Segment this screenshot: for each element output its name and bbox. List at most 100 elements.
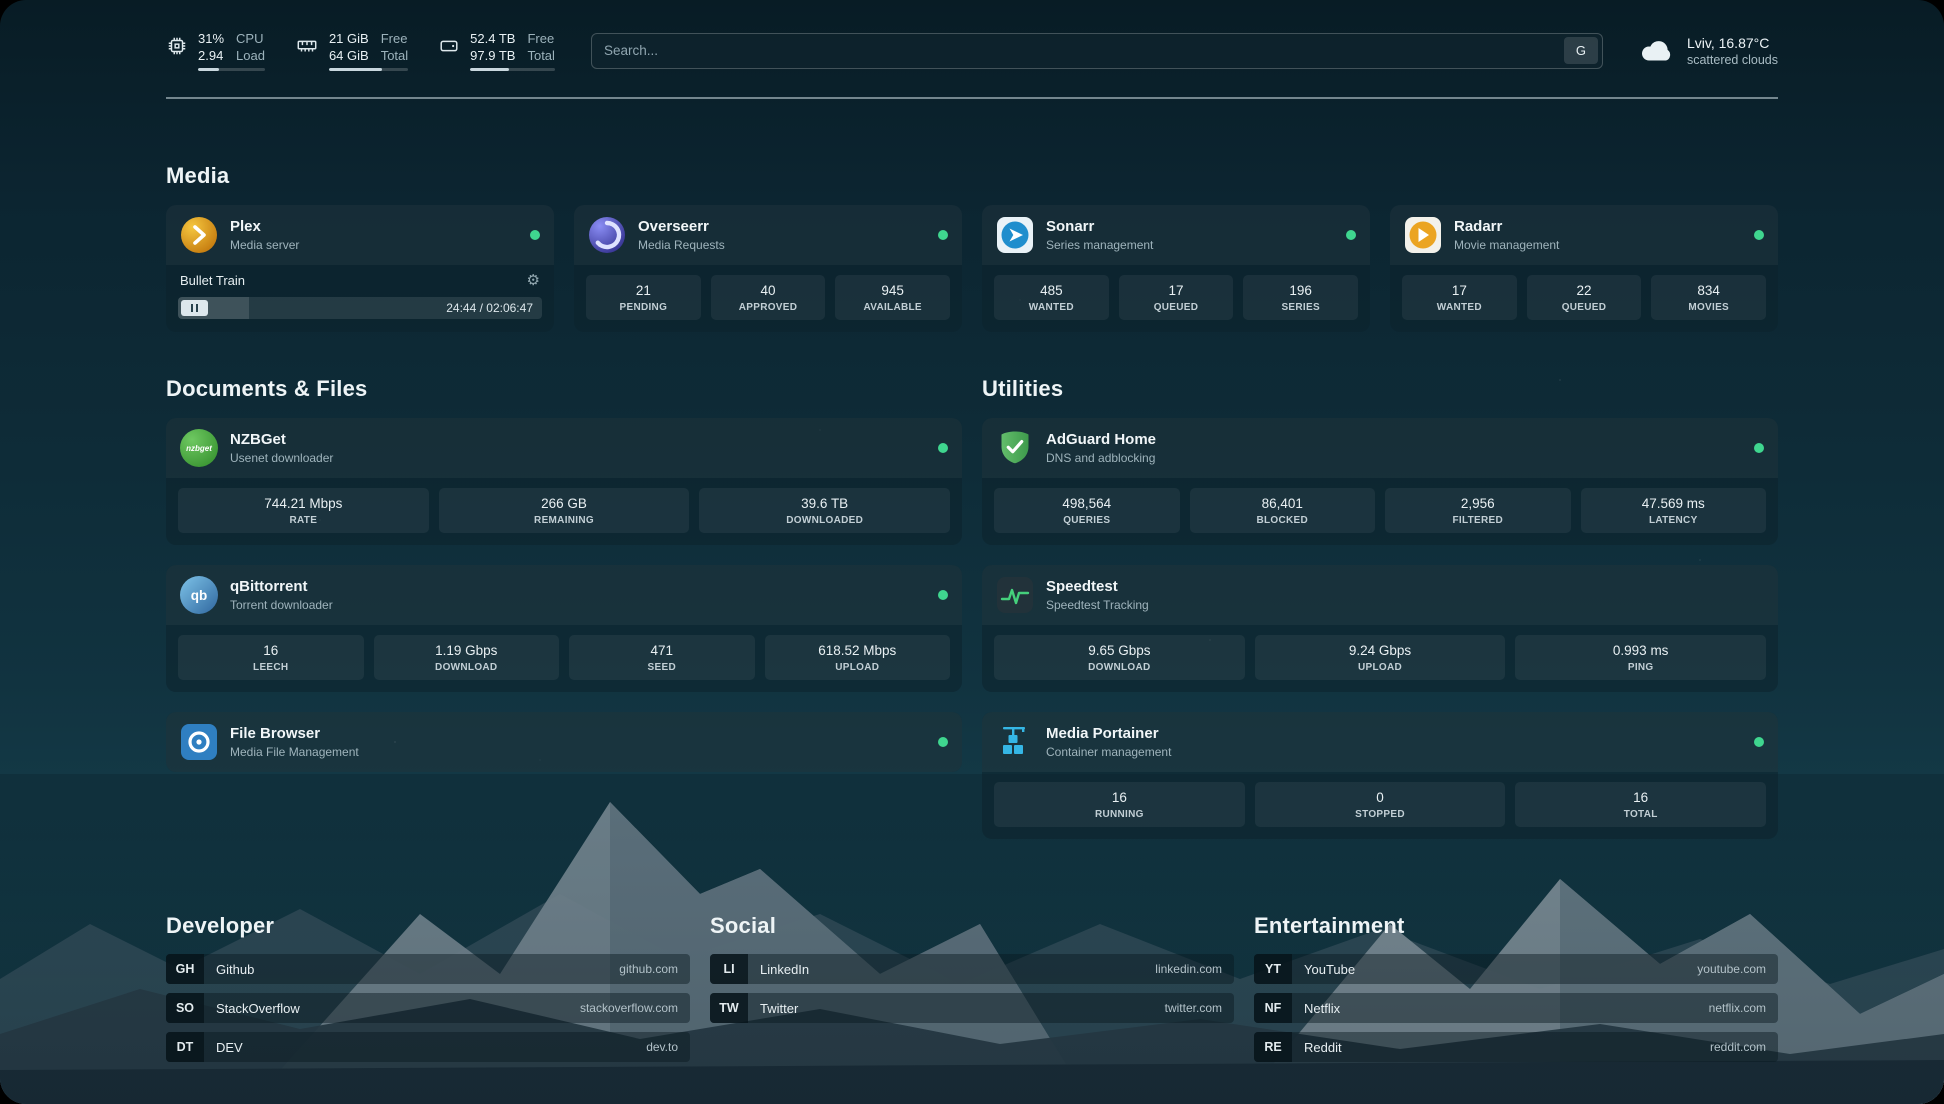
cpu-load-value: 2.94 — [198, 47, 224, 64]
bookmark-name: LinkedIn — [748, 954, 1155, 984]
service-description: Usenet downloader — [230, 451, 333, 465]
header-divider — [166, 97, 1778, 99]
bookmark-domain: dev.to — [646, 1032, 690, 1062]
stat-block: 0.993 ms PING — [1515, 635, 1766, 680]
service-link-overseerr[interactable]: Overseerr Media Requests — [574, 205, 962, 265]
status-indicator — [1346, 230, 1356, 240]
status-indicator — [530, 230, 540, 240]
bookmark-abbr: LI — [710, 954, 748, 984]
gear-icon[interactable]: ⚙ — [527, 273, 540, 288]
bookmark-netflix[interactable]: NF Netflix netflix.com — [1254, 993, 1778, 1023]
stat-block: 86,401 BLOCKED — [1190, 488, 1376, 533]
resource-widgets: 31% 2.94 CPU Load — [166, 30, 555, 71]
top-bar: 31% 2.94 CPU Load — [166, 30, 1778, 71]
service-link-speedtest[interactable]: Speedtest Speedtest Tracking — [982, 565, 1778, 625]
playback-progress-bar[interactable]: 24:44 / 02:06:47 — [178, 297, 542, 319]
bookmark-domain: twitter.com — [1165, 993, 1234, 1023]
service-link-adguard[interactable]: AdGuard Home DNS and adblocking — [982, 418, 1778, 478]
disk-progress-bar — [470, 68, 555, 71]
service-name: NZBGet — [230, 431, 333, 449]
stat-block: 744.21 Mbps RATE — [178, 488, 429, 533]
dashboard-window: 31% 2.94 CPU Load — [0, 0, 1944, 1104]
service-description: Movie management — [1454, 238, 1559, 252]
stat-block: 21 PENDING — [586, 275, 701, 320]
stat-block: 9.65 Gbps DOWNLOAD — [994, 635, 1245, 680]
bookmark-name: DEV — [204, 1032, 646, 1062]
portainer-icon — [996, 723, 1034, 761]
section-title-documents: Documents & Files — [166, 376, 962, 402]
service-link-portainer[interactable]: Media Portainer Container management — [982, 712, 1778, 772]
section-title-utilities: Utilities — [982, 376, 1778, 402]
bookmark-github[interactable]: GH Github github.com — [166, 954, 690, 984]
memory-free-label: Free — [381, 30, 408, 47]
status-indicator — [1754, 443, 1764, 453]
stat-block: 9.24 Gbps UPLOAD — [1255, 635, 1506, 680]
service-description: Media File Management — [230, 745, 359, 759]
memory-free-value: 21 GiB — [329, 30, 369, 47]
status-indicator — [1754, 230, 1764, 240]
status-indicator — [1754, 737, 1764, 747]
bookmark-stackoverflow[interactable]: SO StackOverflow stackoverflow.com — [166, 993, 690, 1023]
search-input[interactable] — [604, 43, 1564, 58]
bookmark-linkedin[interactable]: LI LinkedIn linkedin.com — [710, 954, 1234, 984]
service-name: qBittorrent — [230, 578, 333, 596]
filebrowser-icon — [180, 723, 218, 761]
cpu-label: CPU — [236, 30, 265, 47]
stat-block: 1.19 Gbps DOWNLOAD — [374, 635, 560, 680]
service-card-nzbget: nzbget NZBGet Usenet downloader 744.21 M… — [166, 418, 962, 545]
load-label: Load — [236, 47, 265, 64]
cpu-progress-bar — [198, 68, 265, 71]
service-card-plex: Plex Media server Bullet Train ⚙ — [166, 205, 554, 332]
service-description: Media Requests — [638, 238, 725, 252]
service-link-plex[interactable]: Plex Media server — [166, 205, 554, 265]
playback-time: 24:44 / 02:06:47 — [446, 301, 542, 315]
bookmark-dev[interactable]: DT DEV dev.to — [166, 1032, 690, 1062]
bookmark-domain: github.com — [619, 954, 690, 984]
service-link-nzbget[interactable]: nzbget NZBGet Usenet downloader — [166, 418, 962, 478]
stat-block: 498,564 QUERIES — [994, 488, 1180, 533]
search-provider-button[interactable]: G — [1564, 37, 1598, 64]
stat-block: 40 APPROVED — [711, 275, 826, 320]
service-card-radarr: Radarr Movie management 17 WANTED 22 QUE… — [1390, 205, 1778, 332]
speedtest-icon — [996, 576, 1034, 614]
bookmark-name: Twitter — [748, 993, 1165, 1023]
bookmark-domain: reddit.com — [1710, 1032, 1778, 1062]
stat-block: 22 QUEUED — [1527, 275, 1642, 320]
disk-total-label: Total — [527, 47, 554, 64]
adguard-icon — [996, 429, 1034, 467]
disk-total-value: 97.9 TB — [470, 47, 515, 64]
service-link-filebrowser[interactable]: File Browser Media File Management — [166, 712, 962, 772]
bookmark-group-developer: Developer GH Github github.com SO StackO… — [166, 913, 690, 1071]
bookmark-name: Github — [204, 954, 619, 984]
service-link-radarr[interactable]: Radarr Movie management — [1390, 205, 1778, 265]
memory-widget: 21 GiB 64 GiB Free Total — [295, 30, 408, 71]
section-title-media: Media — [166, 163, 1778, 189]
stat-block: 0 STOPPED — [1255, 782, 1506, 827]
stat-block: 47.569 ms LATENCY — [1581, 488, 1767, 533]
service-link-qbittorrent[interactable]: qb qBittorrent Torrent downloader — [166, 565, 962, 625]
search-bar[interactable]: G — [591, 33, 1603, 69]
service-link-sonarr[interactable]: Sonarr Series management — [982, 205, 1370, 265]
memory-icon — [295, 35, 319, 57]
stat-block: 945 AVAILABLE — [835, 275, 950, 320]
bookmark-twitter[interactable]: TW Twitter twitter.com — [710, 993, 1234, 1023]
disk-free-label: Free — [527, 30, 554, 47]
bookmark-youtube[interactable]: YT YouTube youtube.com — [1254, 954, 1778, 984]
bookmark-domain: linkedin.com — [1155, 954, 1234, 984]
bookmark-name: Reddit — [1292, 1032, 1710, 1062]
pause-button[interactable] — [181, 300, 208, 316]
bookmark-abbr: DT — [166, 1032, 204, 1062]
stat-block: 16 RUNNING — [994, 782, 1245, 827]
disk-widget: 52.4 TB 97.9 TB Free Total — [438, 30, 555, 71]
service-name: Overseerr — [638, 218, 725, 236]
section-media: Media Plex — [166, 163, 1778, 332]
cpu-widget: 31% 2.94 CPU Load — [166, 30, 265, 71]
stat-block: 266 GB REMAINING — [439, 488, 690, 533]
service-name: Radarr — [1454, 218, 1559, 236]
service-description: Torrent downloader — [230, 598, 333, 612]
now-playing-title: Bullet Train — [180, 273, 245, 288]
status-indicator — [938, 230, 948, 240]
service-name: Speedtest — [1046, 578, 1149, 596]
bookmark-reddit[interactable]: RE Reddit reddit.com — [1254, 1032, 1778, 1062]
bookmark-abbr: GH — [166, 954, 204, 984]
